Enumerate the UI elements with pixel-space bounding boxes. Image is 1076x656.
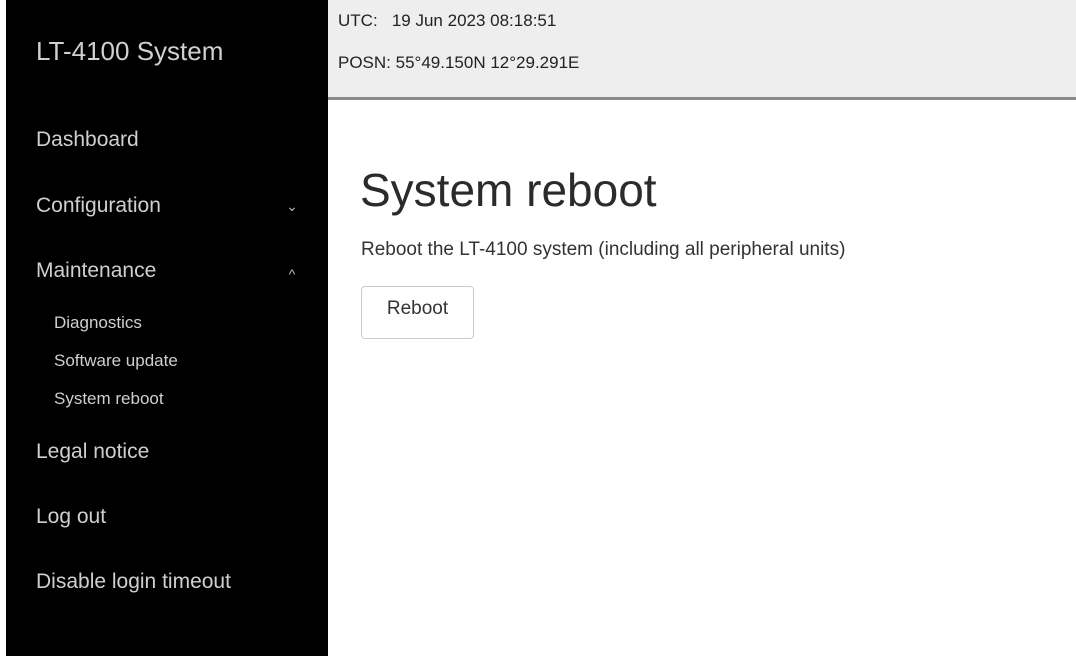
sidebar-item-maintenance[interactable]: Maintenance ^: [36, 255, 306, 287]
position-line: POSN: 55°49.150N 12°29.291E: [338, 53, 579, 73]
sidebar-item-legal-notice[interactable]: Legal notice: [36, 436, 306, 468]
sidebar: LT-4100 System Dashboard Configuration ⌄…: [6, 0, 328, 656]
utc-label: UTC:: [338, 11, 378, 30]
sidebar-subitem-software-update[interactable]: Software update: [54, 349, 178, 373]
utc-value: 19 Jun 2023 08:18:51: [391, 11, 557, 30]
page-description: Reboot the LT-4100 system (including all…: [361, 239, 846, 260]
utc-line: UTC: 19 Jun 2023 08:18:51: [338, 11, 556, 31]
sidebar-item-disable-login-timeout[interactable]: Disable login timeout: [36, 566, 306, 598]
sidebar-item-label: Configuration: [36, 194, 161, 217]
sidebar-item-label: Disable login timeout: [36, 570, 231, 593]
sidebar-item-label: Legal notice: [36, 440, 150, 463]
sidebar-subitem-system-reboot[interactable]: System reboot: [54, 387, 164, 411]
sidebar-item-label: Dashboard: [36, 128, 139, 151]
status-bar: UTC: 19 Jun 2023 08:18:51 POSN: 55°49.15…: [328, 0, 1076, 100]
chevron-down-icon: ⌄: [286, 198, 298, 214]
sidebar-item-log-out[interactable]: Log out: [36, 501, 306, 533]
sidebar-item-dashboard[interactable]: Dashboard: [36, 124, 306, 156]
position-value: 55°49.150N 12°29.291E: [395, 53, 580, 72]
sidebar-item-label: Maintenance: [36, 259, 157, 282]
reboot-button[interactable]: Reboot: [361, 286, 474, 339]
chevron-up-icon: ^: [288, 266, 296, 282]
sidebar-item-label: Log out: [36, 505, 107, 528]
sidebar-subitem-diagnostics[interactable]: Diagnostics: [54, 311, 142, 335]
page-title: System reboot: [360, 164, 657, 216]
brand-title: LT-4100 System: [36, 36, 224, 66]
position-label: POSN:: [338, 53, 391, 72]
sidebar-item-configuration[interactable]: Configuration ⌄: [36, 190, 306, 222]
